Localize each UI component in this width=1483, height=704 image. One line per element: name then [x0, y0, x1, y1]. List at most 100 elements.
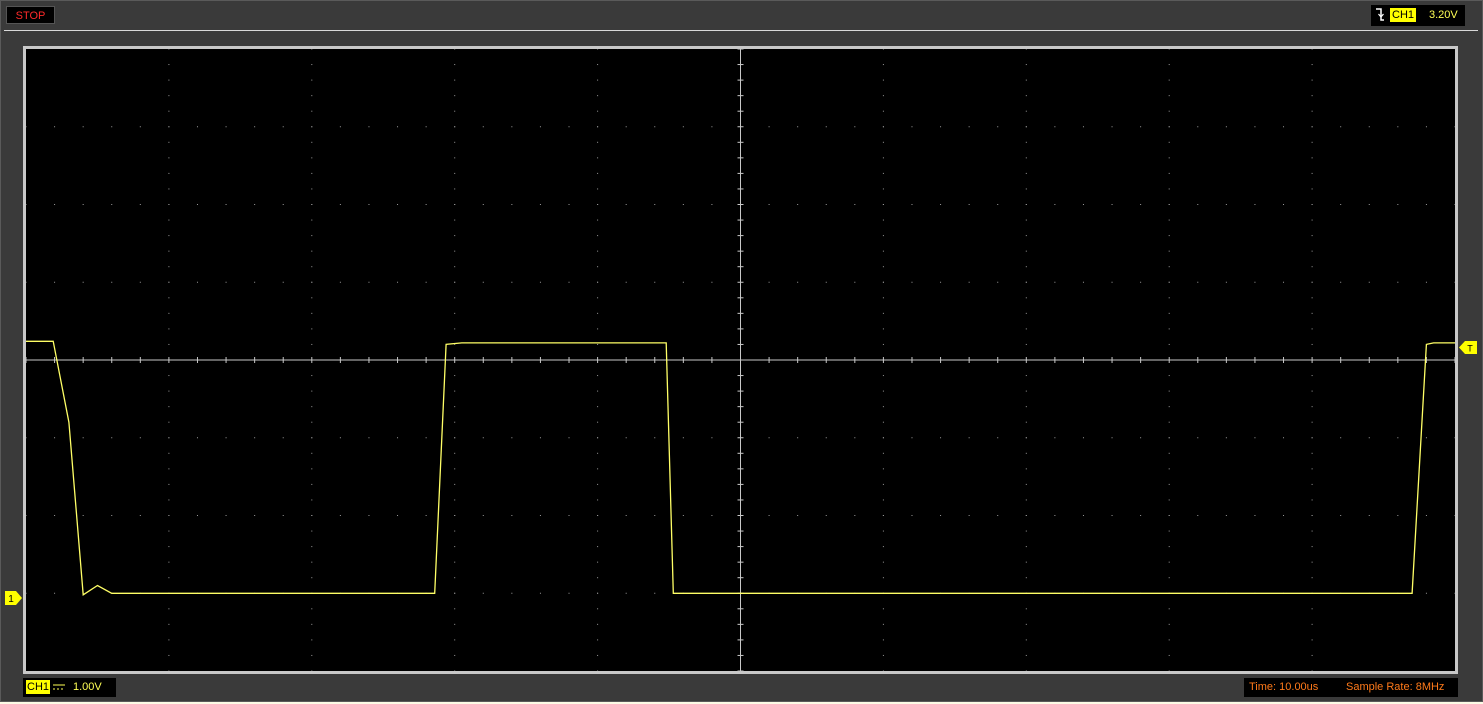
grid-dot: [597, 266, 599, 268]
grid-dot: [1168, 406, 1170, 408]
grid-dot: [1025, 406, 1027, 408]
trigger-level-marker[interactable]: T: [1459, 341, 1477, 354]
grid-dot: [654, 204, 656, 205]
grid-dot: [339, 126, 341, 128]
grid-dot: [1025, 188, 1027, 190]
grid-dot: [882, 157, 884, 159]
grid-dot: [1225, 437, 1227, 439]
grid-dot: [26, 126, 27, 128]
grid-dot: [1168, 126, 1170, 128]
grid-dot: [1168, 437, 1170, 439]
grid-dot: [168, 483, 170, 485]
trigger-level-value: 3.20V: [1429, 9, 1458, 21]
grid-dot: [168, 343, 170, 345]
grid-dot: [597, 297, 599, 299]
grid-dot: [454, 250, 456, 252]
grid-dot: [882, 515, 884, 516]
grid-dot: [54, 126, 56, 128]
grid-dot: [1425, 204, 1427, 205]
grid-dot: [26, 437, 27, 439]
grid-dot: [454, 141, 456, 143]
waveform-display[interactable]: [26, 49, 1455, 671]
grid-dot: [1168, 250, 1170, 252]
grid-dot: [1311, 79, 1313, 81]
grid-dot: [1311, 515, 1313, 516]
grid-dot: [397, 437, 399, 439]
grid-dot: [168, 421, 170, 423]
grid-dot: [597, 312, 599, 314]
grid-dot: [1168, 141, 1170, 143]
grid-dot: [1311, 328, 1313, 330]
grid-dot: [454, 390, 456, 392]
timebase-info[interactable]: Time: 10.00us Sample Rate: 8MHz: [1244, 678, 1458, 697]
grid-dot: [1311, 390, 1313, 392]
grid-dot: [597, 577, 599, 579]
channel-volts-per-div: 1.00V: [73, 681, 102, 693]
grid-dot: [1397, 515, 1399, 516]
grid-dot: [454, 639, 456, 641]
grid-dot: [454, 49, 456, 50]
grid-dot: [1254, 126, 1256, 128]
grid-dot: [1025, 172, 1027, 174]
grid-dot: [168, 406, 170, 408]
grid-dot: [1368, 437, 1370, 439]
grid-dot: [1311, 406, 1313, 408]
grid-dot: [311, 623, 313, 625]
grid-dot: [597, 499, 599, 501]
grid-dot: [1454, 437, 1455, 439]
grid-dot: [168, 64, 170, 66]
grid-dot: [168, 499, 170, 501]
grid-dot: [311, 421, 313, 423]
grid-dot: [1082, 204, 1084, 205]
grid-dot: [111, 126, 113, 128]
grid-dot: [882, 639, 884, 641]
grid-dot: [597, 188, 599, 190]
grid-dot: [854, 281, 856, 283]
grid-dot: [1140, 204, 1142, 205]
grid-dot: [282, 437, 284, 439]
channel-scale-info[interactable]: CH1 1.00V: [23, 678, 116, 697]
grid-dot: [1168, 172, 1170, 174]
grid-dot: [997, 437, 999, 439]
grid-dot: [82, 437, 84, 439]
trigger-info[interactable]: CH1 3.20V: [1371, 5, 1465, 26]
channel-1-ground-marker[interactable]: 1: [5, 591, 23, 605]
grid-dot: [311, 266, 313, 268]
grid-dot: [1454, 126, 1455, 128]
grid-dot: [397, 126, 399, 128]
grid-dot: [168, 250, 170, 252]
grid-dot: [1168, 219, 1170, 221]
grid-dot: [311, 546, 313, 548]
grid-dot: [225, 515, 227, 516]
grid-dot: [882, 95, 884, 97]
grid-dot: [1368, 281, 1370, 283]
grid-dot: [311, 406, 313, 408]
grid-dot: [196, 515, 198, 516]
grid-dot: [111, 437, 113, 439]
grid-dot: [597, 654, 599, 656]
grid-dot: [511, 126, 513, 128]
grid-dot: [168, 172, 170, 174]
grid-dot: [1168, 670, 1170, 671]
grid-dot: [1025, 515, 1027, 516]
grid-dot: [1425, 437, 1427, 439]
grid-dot: [168, 204, 170, 205]
grid-dot: [797, 281, 799, 283]
grid-dot: [711, 515, 713, 516]
grid-dot: [882, 608, 884, 610]
grid-dot: [311, 499, 313, 501]
grid-dot: [1311, 654, 1313, 656]
grid-dot: [825, 515, 827, 516]
grid-dot: [454, 157, 456, 159]
grid-dot: [1311, 343, 1313, 345]
grid-dot: [168, 468, 170, 470]
grid-dot: [911, 437, 913, 439]
time-per-division: Time: 10.00us: [1249, 681, 1319, 693]
run-state-badge[interactable]: STOP: [6, 6, 55, 24]
grid-dot: [168, 515, 170, 516]
grid-dot: [1340, 126, 1342, 128]
grid-dot: [1168, 95, 1170, 97]
grid-dot: [1311, 204, 1313, 205]
grid-dot: [397, 204, 399, 205]
grid-dot: [711, 126, 713, 128]
